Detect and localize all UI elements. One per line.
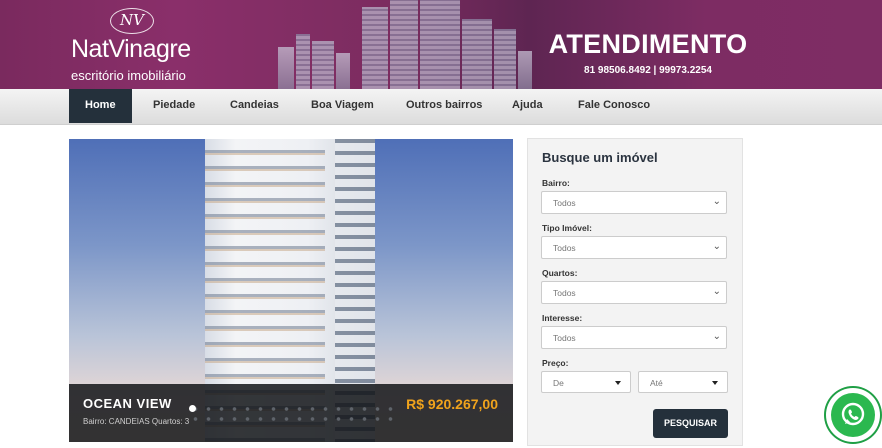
tipo-imovel-label: Tipo Imóvel: [542,223,592,233]
bairro-select[interactable]: Todos ⌄ [541,191,727,214]
caret-down-icon [712,381,718,385]
price-from-value: De [553,378,564,388]
logo-monogram: NV [110,8,154,34]
slider-dot-active[interactable] [189,405,196,412]
property-search-panel: Busque um imóvel Bairro: Todos ⌄ Tipo Im… [527,138,743,446]
skyline-building [494,29,516,89]
skyline-building [362,7,388,89]
bairro-label: Bairro: [542,178,570,188]
search-title: Busque um imóvel [542,150,658,165]
main-nav: Home Piedade Candeias Boa Viagem Outros … [0,89,882,125]
nav-item-piedade[interactable]: Piedade [153,89,195,123]
nav-item-fale-conosco[interactable]: Fale Conosco [578,89,650,123]
chevron-down-icon: ⌄ [712,196,721,207]
interesse-label: Interesse: [542,313,583,323]
nav-item-candeias[interactable]: Candeias [230,89,279,123]
site-logo[interactable]: NV NatVinagre escritório imobiliário [66,8,206,83]
nav-item-outros-bairros[interactable]: Outros bairros [406,89,482,123]
logo-name: NatVinagre [71,35,191,63]
nav-item-home[interactable]: Home [69,89,132,123]
skyline-building [312,41,334,89]
interesse-select-value: Todos [553,333,576,343]
slider-pagination-dots[interactable] [189,404,399,424]
chevron-down-icon: ⌄ [712,286,721,297]
whatsapp-icon[interactable] [831,393,875,437]
skyline-building [420,0,460,89]
site-header: NV NatVinagre escritório imobiliário ATE… [0,0,882,89]
price-from-select[interactable]: De [541,371,631,393]
nav-item-boa-viagem[interactable]: Boa Viagem [311,89,374,123]
preco-label: Preço: [542,358,569,368]
skyline-building [390,0,418,89]
attendance-title: ATENDIMENTO [548,29,748,59]
tipo-imovel-select[interactable]: Todos ⌄ [541,236,727,259]
chevron-down-icon: ⌄ [712,331,721,342]
property-price: R$ 920.267,00 [406,396,498,412]
nav-item-ajuda[interactable]: Ajuda [512,89,543,123]
quartos-select[interactable]: Todos ⌄ [541,281,727,304]
tipo-imovel-select-value: Todos [553,243,576,253]
chevron-down-icon: ⌄ [712,241,721,252]
caret-down-icon [615,381,621,385]
skyline-building [462,19,492,89]
search-button[interactable]: PESQUISAR [653,409,728,438]
skyline-building [296,34,310,89]
skyline-building [518,51,532,89]
skyline-building [278,47,294,89]
featured-property-slider[interactable]: OCEAN VIEW Bairro: CANDEIAS Quartos: 3 R… [69,139,513,442]
skyline-building [336,53,350,89]
interesse-select[interactable]: Todos ⌄ [541,326,727,349]
bairro-select-value: Todos [553,198,576,208]
quartos-label: Quartos: [542,268,578,278]
logo-subtitle: escritório imobiliário [71,68,186,83]
attendance-phone: 81 98506.8492 | 99973.2254 [584,65,712,76]
price-to-select[interactable]: Até [638,371,728,393]
price-to-value: Até [650,378,663,388]
slide-caption[interactable]: OCEAN VIEW Bairro: CANDEIAS Quartos: 3 R… [69,384,513,442]
property-title[interactable]: OCEAN VIEW [83,396,172,411]
quartos-select-value: Todos [553,288,576,298]
property-meta: Bairro: CANDEIAS Quartos: 3 [83,417,190,426]
